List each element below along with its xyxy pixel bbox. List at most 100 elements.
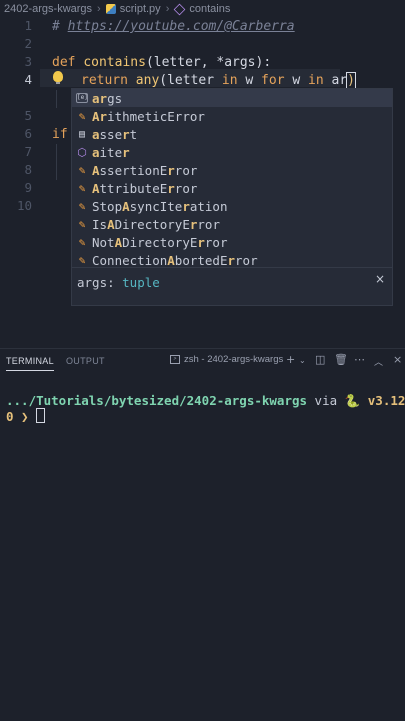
code-line-6: if [52,126,68,144]
suggestion-item[interactable]: ✎ NotADirectoryError [72,233,392,251]
breadcrumb-symbol[interactable]: contains [189,3,230,15]
chevron-up-icon[interactable]: ︿ [374,355,383,368]
close-icon[interactable]: × [375,272,385,286]
suggestion-item[interactable]: ▤ assert [72,125,392,143]
tab-terminal[interactable]: TERMINAL [6,356,54,371]
match-highlight: A [92,162,100,178]
code-token: w [284,73,309,88]
breadcrumb-folder[interactable]: 2402-args-kwargs [4,3,92,15]
line-number-active: 4 [24,72,32,87]
label-text: ation [189,198,228,214]
suggestion-detail-text: args: tuple [77,275,160,290]
match-highlight: A [114,234,123,250]
label-text: ite [99,144,123,160]
match-highlight: r [167,162,175,178]
terminal-input-line[interactable]: 0 ❯ [6,408,46,424]
label-text: ithmeticError [107,108,205,124]
detail-type: tuple [122,275,160,290]
suggestion-item[interactable]: ✎ StopAsyncIteration [72,197,392,215]
terminal-selector[interactable]: > zsh - 2402-args-kwargs [170,354,283,365]
line-number: 10 [16,198,32,213]
suggestion-item[interactable]: ✎ AttributeError [72,179,392,197]
line-number: 6 [24,126,32,141]
suggestion-item[interactable]: [e] args [72,89,392,107]
indent-guide [56,144,57,180]
terminal-cursor [36,408,46,423]
match-highlight: ar [92,90,108,106]
line-number: 3 [24,54,32,69]
match-highlight: r [122,144,130,160]
split-terminal-icon[interactable]: ◫ [315,353,325,366]
function-params: (letter, *args): [145,55,272,70]
breadcrumb-file[interactable]: script.py [120,3,161,15]
suggestion-label: ConnectionAbortedError [92,253,258,268]
match-highlight: A [122,198,130,214]
label-text: DirectoryE [114,216,190,232]
suggestion-item[interactable]: ✎ AssertionError [72,161,392,179]
close-panel-icon[interactable]: × [393,353,402,366]
label-text: Not [92,234,115,250]
prompt-arrow: ❯ [13,409,37,424]
suggestion-item[interactable]: ⬡ aiter [72,143,392,161]
indent-guide [56,90,57,108]
suggestion-label: AssertionError [92,163,197,178]
match-highlight: r [197,234,205,250]
match-highlight: r [167,180,175,196]
label-text: ror [235,252,258,268]
label-text: ror [197,216,220,232]
class-icon: ✎ [78,235,86,249]
if-keyword: if [52,127,68,142]
label-text: ror [174,162,198,178]
function-symbol-icon [174,3,186,15]
chevron-right-icon: › [165,3,170,15]
matching-bracket: ) [346,72,356,89]
line-number: 1 [24,18,32,33]
breadcrumb: 2402-args-kwargs › script.py › contains [0,0,405,18]
suggestion-label: StopAsyncIteration [92,199,228,214]
prompt-path: .../Tutorials/bytesized/2402-args-kwargs [6,393,308,408]
new-terminal-icon[interactable]: + [286,353,295,366]
tab-output[interactable]: OUTPUT [66,356,105,366]
suggestion-label: IsADirectoryError [92,217,220,232]
for-keyword: for [261,73,285,88]
terminal-name: zsh - 2402-args-kwargs [184,354,284,365]
line-number: 5 [24,108,32,123]
function-name: contains [83,55,146,70]
prompt-via: via [307,393,345,408]
def-keyword: def [52,55,76,70]
line-number: 8 [24,162,32,177]
label-text: Connection [92,252,168,268]
match-highlight: a [92,144,100,160]
python-version: v3.12.3 [367,393,405,408]
comment-url-link[interactable]: https://youtube.com/@Carberra [68,19,295,34]
suggestion-label: AttributeError [92,181,197,196]
code-token: (letter [159,73,222,88]
exit-status: 0 [6,409,14,424]
terminal-icon: > [170,355,180,364]
match-highlight: r [182,198,190,214]
label-text: syncIte [129,198,183,214]
trash-icon[interactable]: 🗑 [334,353,348,366]
class-icon: ✎ [78,181,86,195]
python-icon: 🐍 [344,393,361,408]
match-highlight: A [107,216,115,232]
builtin-any: any [135,73,160,88]
detail-name: args: [77,275,123,290]
suggestion-label: ArithmeticError [92,109,205,124]
lightbulb-icon[interactable] [53,71,63,84]
in-keyword: in [221,73,238,88]
suggestion-item[interactable]: ✎ ConnectionAbortedError [72,251,392,269]
panel-tab-bar: TERMINAL OUTPUT > zsh - 2402-args-kwargs … [0,349,405,371]
return-keyword: return [81,73,128,88]
suggestion-detail-panel: args: tuple × [71,268,393,306]
suggestion-item[interactable]: ✎ ArithmeticError [72,107,392,125]
suggestion-item[interactable]: ✎ IsADirectoryError [72,215,392,233]
suggestion-label: assert [92,127,137,142]
function-icon: ⬡ [77,145,87,159]
terminal-prompt-line: .../Tutorials/bytesized/2402-args-kwargs… [6,393,405,409]
more-actions-icon[interactable]: ⋯ [354,353,365,366]
chevron-down-icon[interactable]: ⌄ [299,356,306,365]
typed-token: ar [323,73,348,88]
line-number: 2 [24,36,32,51]
label-text: gs [107,90,123,106]
